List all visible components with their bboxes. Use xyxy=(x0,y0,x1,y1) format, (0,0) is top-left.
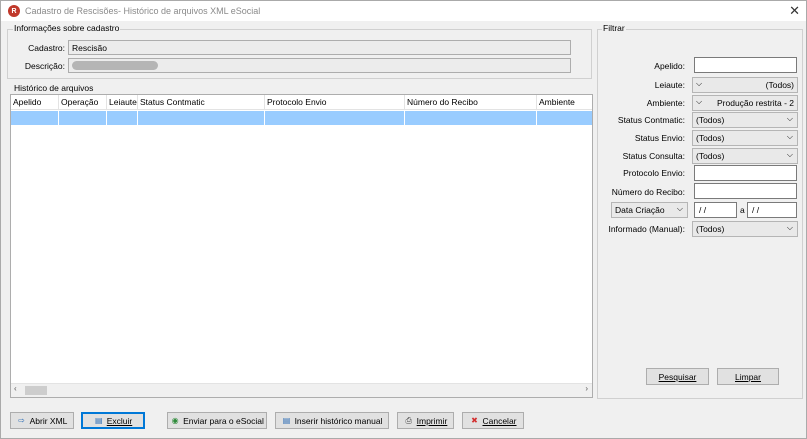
column-header[interactable]: Protocolo Envio xyxy=(265,95,405,109)
scrollbar-thumb[interactable] xyxy=(25,386,47,395)
printer-icon: ⎙ xyxy=(405,415,412,425)
leiaute-label: Leiaute: xyxy=(654,80,685,90)
enviar-esocial-button[interactable]: ◉ Enviar para o eSocial xyxy=(167,412,267,429)
app-logo-icon: R xyxy=(8,5,20,17)
filter-title: Filtrar xyxy=(602,23,626,33)
column-header[interactable]: Operação xyxy=(59,95,107,109)
abrir-xml-button[interactable]: ⇨ Abrir XML xyxy=(10,412,74,429)
cadastro-field: Rescisão xyxy=(68,40,571,55)
pesquisar-button[interactable]: Pesquisar xyxy=(646,368,709,385)
status-contmatic-select[interactable]: (Todos) ⌵ xyxy=(692,112,798,128)
open-xml-icon: ⇨ xyxy=(18,415,25,425)
chevron-down-icon: ⌵ xyxy=(696,79,703,88)
recibo-label: Número do Recibo: xyxy=(611,187,685,197)
history-grid[interactable]: Apelido Operação Leiaute Status Contmati… xyxy=(10,94,593,398)
date-range-separator: a xyxy=(740,205,745,215)
delete-document-icon: ▤ xyxy=(94,415,103,425)
date-to-input[interactable]: / / xyxy=(747,202,797,218)
imprimir-button[interactable]: ⎙ Imprimir xyxy=(397,412,454,429)
chevron-down-icon: ⌵ xyxy=(786,114,793,123)
ambiente-select[interactable]: ⌵ Produção restrita - 2 xyxy=(692,95,798,111)
column-header[interactable]: Status Contmatic xyxy=(138,95,265,109)
chevron-down-icon: ⌵ xyxy=(786,223,793,232)
status-consulta-label: Status Consulta: xyxy=(622,151,685,161)
excluir-button[interactable]: ▤ Excluir xyxy=(81,412,145,429)
close-icon[interactable]: ✕ xyxy=(789,3,800,19)
apelido-input[interactable] xyxy=(694,57,797,73)
date-from-input[interactable]: / / xyxy=(694,202,737,218)
history-group-title: Histórico de arquivos xyxy=(13,83,95,93)
column-header[interactable]: Apelido xyxy=(11,95,59,109)
window-title: Cadastro de Rescisões- Histórico de arqu… xyxy=(25,6,261,16)
status-envio-label: Status Envio: xyxy=(634,133,685,143)
scroll-left-icon[interactable]: ‹ xyxy=(14,384,17,393)
status-consulta-select[interactable]: (Todos) ⌵ xyxy=(692,148,798,164)
cancel-x-icon: ✖ xyxy=(471,415,478,425)
protocolo-input[interactable] xyxy=(694,165,797,181)
chevron-down-icon: ⌵ xyxy=(696,97,703,106)
redacted-value xyxy=(72,61,158,70)
insert-document-icon: ▤ xyxy=(282,415,291,425)
ambiente-label: Ambiente: xyxy=(646,98,685,108)
descricao-label: Descrição: xyxy=(24,61,65,71)
cadastro-value: Rescisão xyxy=(72,43,107,53)
inserir-historico-button[interactable]: ▤ Inserir histórico manual xyxy=(275,412,389,429)
status-contmatic-label: Status Contmatic: xyxy=(617,115,685,125)
horizontal-scrollbar[interactable]: ‹ › xyxy=(11,383,592,397)
data-type-select[interactable]: Data Criação ⌵ xyxy=(611,202,688,218)
status-envio-select[interactable]: (Todos) ⌵ xyxy=(692,130,798,146)
title-bar: R Cadastro de Rescisões- Histórico de ar… xyxy=(1,1,806,21)
limpar-button[interactable]: Limpar xyxy=(717,368,779,385)
chevron-down-icon: ⌵ xyxy=(786,132,793,141)
send-globe-icon: ◉ xyxy=(171,415,179,425)
column-header[interactable]: Leiaute xyxy=(107,95,138,109)
cadastro-label: Cadastro: xyxy=(28,43,65,53)
table-row-selected[interactable] xyxy=(11,111,592,125)
scroll-right-icon[interactable]: › xyxy=(585,384,588,393)
protocolo-label: Protocolo Envio: xyxy=(623,168,685,178)
info-group-title: Informações sobre cadastro xyxy=(13,23,121,33)
informado-select[interactable]: (Todos) ⌵ xyxy=(692,221,798,237)
cancelar-button[interactable]: ✖ Cancelar xyxy=(462,412,524,429)
apelido-label: Apelido: xyxy=(654,61,685,71)
chevron-down-icon: ⌵ xyxy=(676,204,683,213)
informado-label: Informado (Manual): xyxy=(608,224,685,234)
recibo-input[interactable] xyxy=(694,183,797,199)
column-header[interactable]: Número do Recibo xyxy=(405,95,537,109)
descricao-field xyxy=(68,58,571,73)
dialog-window: R Cadastro de Rescisões- Histórico de ar… xyxy=(0,0,807,439)
chevron-down-icon: ⌵ xyxy=(786,150,793,159)
leiaute-select[interactable]: ⌵ (Todos) xyxy=(692,77,798,93)
grid-header: Apelido Operação Leiaute Status Contmati… xyxy=(11,95,592,110)
